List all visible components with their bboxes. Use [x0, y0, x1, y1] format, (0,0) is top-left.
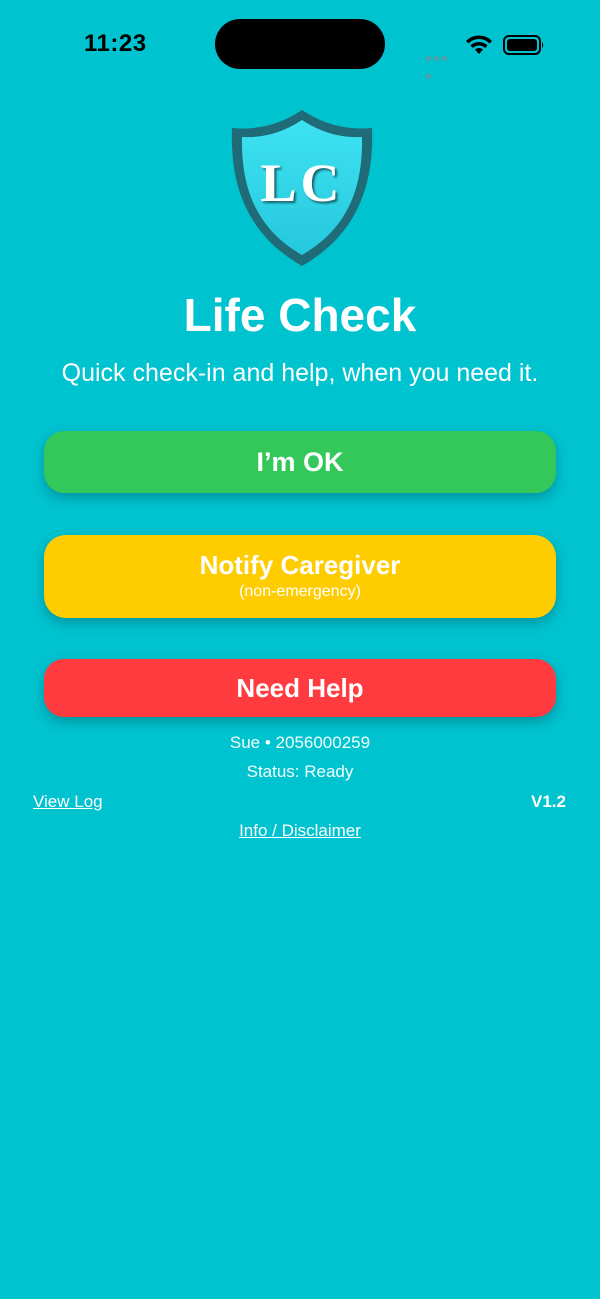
dynamic-island: [215, 19, 385, 69]
im-ok-button[interactable]: I’m OK: [44, 431, 556, 493]
info-disclaimer-link[interactable]: Info / Disclaimer: [239, 821, 361, 840]
notify-caregiver-button[interactable]: Notify Caregiver (non-emergency): [44, 535, 556, 618]
app-logo: LC: [226, 104, 378, 272]
notify-caregiver-label: Notify Caregiver: [199, 550, 401, 580]
info-disclaimer-row: Info / Disclaimer: [0, 821, 600, 841]
user-info: Sue • 2056000259: [229, 733, 371, 752]
battery-icon: [503, 35, 544, 55]
im-ok-label: I’m OK: [256, 447, 344, 477]
status-time: 11:23: [84, 30, 147, 57]
need-help-button[interactable]: Need Help: [44, 659, 556, 717]
view-log-link[interactable]: View Log: [33, 792, 103, 812]
version-label: V1.2: [531, 792, 566, 811]
need-help-label: Need Help: [236, 673, 364, 703]
notify-caregiver-sublabel: (non-emergency): [239, 583, 361, 600]
status-bar: 11:23: [0, 0, 600, 90]
cellular-signal-icon: [426, 48, 456, 79]
wifi-icon: [466, 35, 492, 54]
logo-text: LC: [260, 153, 344, 213]
tagline: Quick check-in and help, when you need i…: [61, 359, 539, 387]
app-title: Life Check: [183, 289, 417, 341]
status-text: Status: Ready: [246, 762, 354, 781]
